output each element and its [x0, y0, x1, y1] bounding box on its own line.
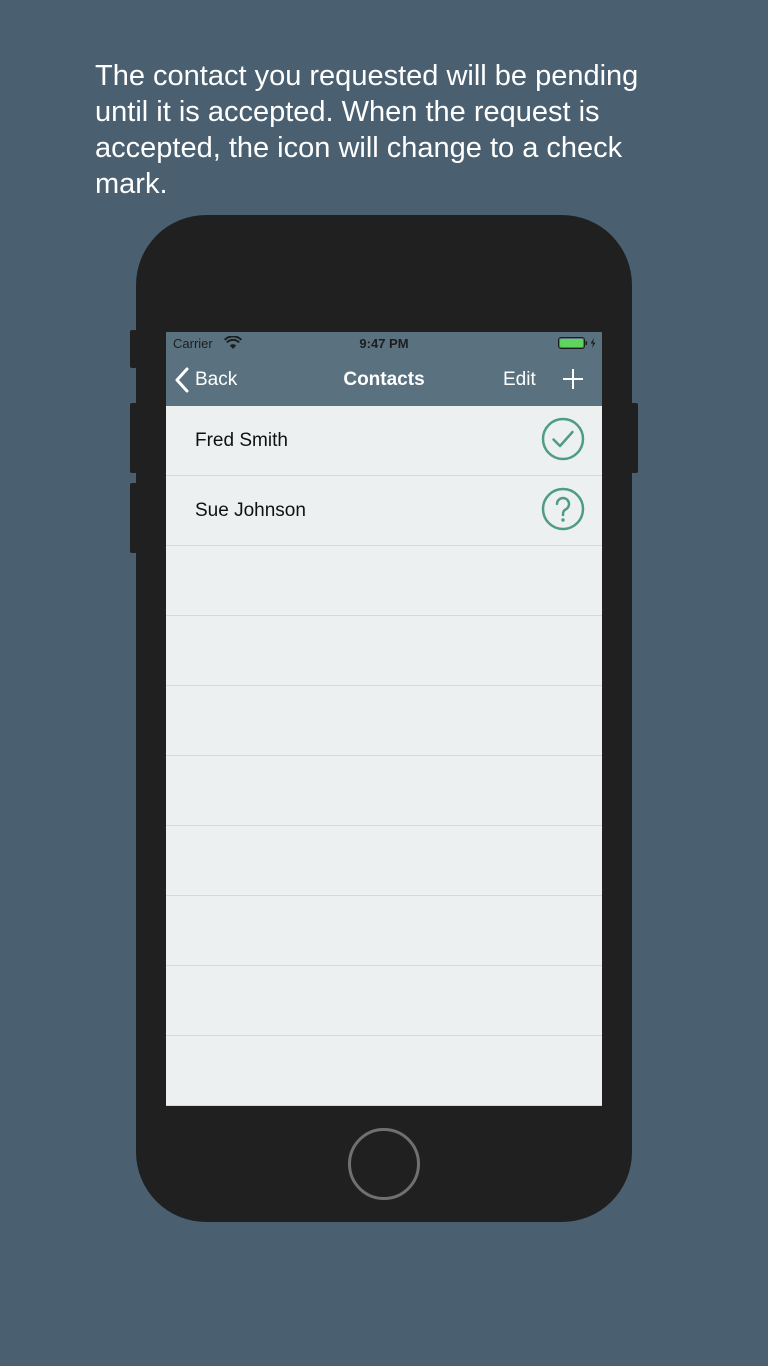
add-contact-button[interactable]: [561, 367, 585, 391]
navigation-bar: Back Contacts Edit: [166, 354, 602, 406]
home-button[interactable]: [348, 1128, 420, 1200]
phone-screen: Carrier 9:47 PM Back Contacts Edit Fred …: [166, 332, 602, 1106]
contact-row-sue-johnson[interactable]: Sue Johnson: [166, 476, 602, 546]
page-title: Contacts: [343, 369, 425, 390]
empty-row: [166, 966, 602, 1036]
status-time: 9:47 PM: [359, 336, 409, 351]
edit-button[interactable]: Edit: [503, 369, 536, 391]
empty-row: [166, 686, 602, 756]
battery-icon: [558, 337, 596, 349]
empty-row: [166, 546, 602, 616]
empty-row: [166, 756, 602, 826]
question-circle-icon: [541, 487, 585, 531]
page: The contact you requested will be pendin…: [0, 0, 768, 1366]
empty-row: [166, 616, 602, 686]
contact-name: Fred Smith: [195, 430, 288, 451]
status-bar: Carrier 9:47 PM: [166, 332, 602, 354]
instruction-caption: The contact you requested will be pendin…: [95, 60, 639, 200]
empty-row: [166, 826, 602, 896]
plus-icon: [563, 369, 583, 389]
contact-name: Sue Johnson: [195, 500, 306, 521]
empty-row: [166, 896, 602, 966]
contacts-list: Fred Smith Sue Johnson: [166, 406, 602, 1106]
empty-row: [166, 1036, 602, 1106]
power-button: [631, 403, 638, 473]
check-circle-icon: [541, 417, 585, 461]
contact-row-fred-smith[interactable]: Fred Smith: [166, 406, 602, 476]
